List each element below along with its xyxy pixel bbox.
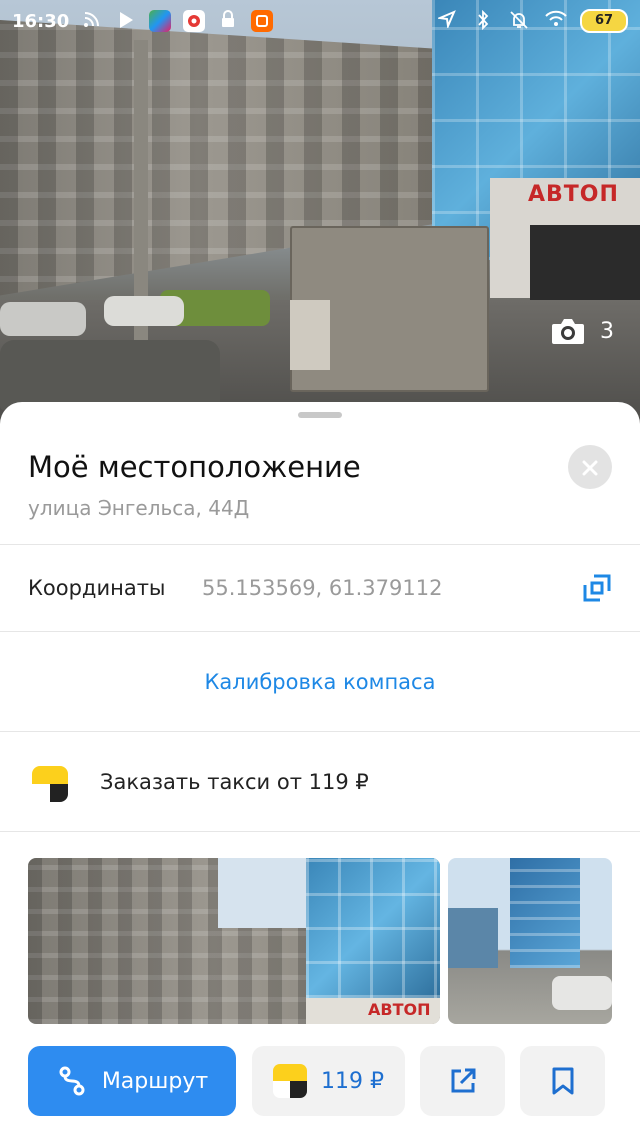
parked-car — [104, 296, 184, 326]
coordinates-label: Координаты — [28, 576, 166, 600]
status-bar: 16:30 67 — [0, 0, 640, 42]
yandex-taxi-icon — [32, 766, 68, 802]
coordinates-value[interactable]: 55.153569, 61.379112 — [202, 576, 442, 600]
photo-count[interactable]: 3 — [550, 316, 614, 346]
location-icon — [436, 10, 458, 32]
utility-pole — [134, 40, 148, 340]
shop-sign: АВТОП — [368, 1000, 431, 1019]
play-store-icon — [115, 10, 137, 32]
sky — [218, 858, 308, 928]
route-icon — [59, 1066, 85, 1096]
camera-icon — [552, 319, 584, 344]
order-taxi-label: Заказать такси от 119 ₽ — [100, 770, 369, 794]
divider — [0, 831, 640, 832]
parked-car — [0, 302, 86, 336]
copy-icon[interactable] — [582, 573, 612, 603]
mi-app-icon — [251, 10, 274, 32]
maps-app-icon — [149, 10, 172, 32]
order-taxi-row[interactable]: Заказать такси от 119 ₽ — [0, 736, 640, 832]
vpn-app-icon — [183, 10, 206, 32]
route-button-label: Маршрут — [101, 1068, 209, 1094]
garage-entrance — [530, 225, 640, 300]
wifi-icon — [544, 10, 567, 32]
shop-sign: АВТОП — [528, 182, 619, 207]
glass-tower — [510, 858, 580, 968]
bookmark-icon — [552, 1067, 573, 1095]
calibrate-compass-link[interactable]: Калибровка компаса — [0, 670, 640, 694]
bookmark-button[interactable] — [520, 1046, 605, 1116]
rss-icon — [81, 10, 103, 32]
place-address: улица Энгельса, 44Д — [28, 496, 250, 520]
parked-car — [552, 976, 612, 1010]
share-button[interactable] — [420, 1046, 505, 1116]
truck-cab — [290, 300, 330, 370]
share-icon — [451, 1068, 475, 1093]
taxi-price: 119 ₽ — [321, 1068, 384, 1094]
gallery-photo[interactable] — [448, 858, 612, 1024]
bluetooth-icon — [472, 9, 494, 32]
photo-gallery[interactable]: АВТОП — [28, 858, 612, 1024]
drag-handle[interactable] — [298, 412, 342, 418]
close-button[interactable] — [568, 445, 612, 489]
route-button[interactable]: Маршрут — [28, 1046, 236, 1116]
divider — [0, 544, 640, 545]
action-bar: Маршрут 119 ₽ — [0, 1024, 640, 1138]
gallery-photo[interactable]: АВТОП — [28, 858, 440, 1024]
place-card: Моё местоположение улица Энгельса, 44Д К… — [0, 402, 640, 1138]
mute-icon — [508, 10, 530, 32]
lock-icon — [217, 10, 239, 32]
taxi-button[interactable]: 119 ₽ — [252, 1046, 405, 1116]
glass-building — [306, 858, 440, 998]
clock: 16:30 — [12, 10, 70, 32]
photo-count-value: 3 — [600, 318, 614, 344]
place-title: Моё местоположение — [28, 450, 361, 484]
battery-indicator: 67 — [580, 9, 628, 33]
parked-car — [0, 340, 220, 410]
place-photo[interactable]: АВТОП 3 — [0, 0, 640, 425]
divider — [0, 631, 640, 632]
close-icon — [582, 460, 598, 475]
low-building — [448, 908, 498, 968]
yandex-taxi-icon — [273, 1064, 307, 1098]
divider — [0, 731, 640, 732]
